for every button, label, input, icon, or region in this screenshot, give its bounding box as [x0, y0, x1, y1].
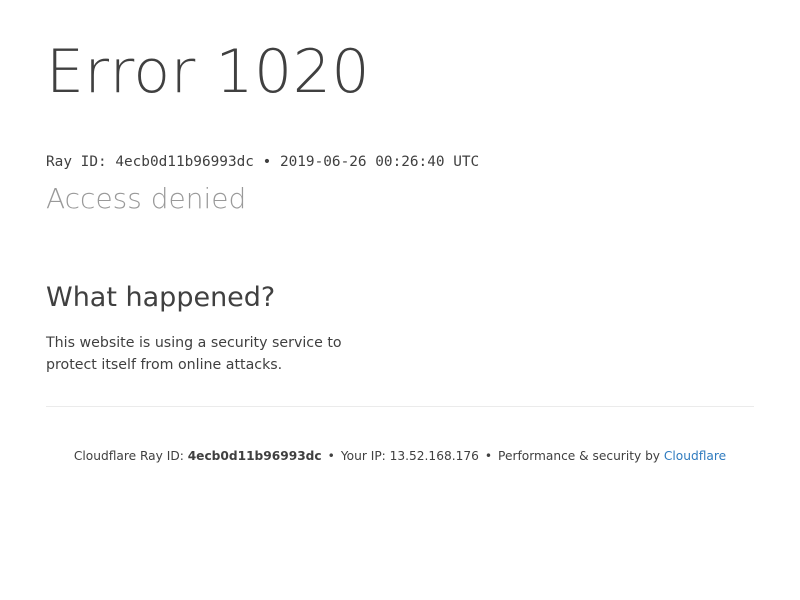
- footer-ray-label: Cloudflare Ray ID:: [73, 449, 188, 463]
- error-timestamp: 2019-06-26 00:26:40 UTC: [279, 154, 480, 170]
- footer-bullet: •: [327, 449, 335, 463]
- footer-divider: [46, 406, 754, 407]
- error-title: Error 1020: [46, 37, 371, 107]
- what-happened-text: This website is using a security service…: [46, 335, 342, 373]
- ray-id-line: Ray ID: 4ecb0d11b96993dc • 2019-06-26 00…: [46, 152, 479, 172]
- footer-ip: 13.52.168.176: [389, 449, 479, 463]
- access-denied-subtitle: Access denied: [46, 182, 247, 215]
- footer: Cloudflare Ray ID: 4ecb0d11b96993dc • Your…: [46, 446, 754, 466]
- footer-bullet: •: [484, 449, 493, 463]
- ray-id-separator: •: [253, 154, 280, 170]
- footer-ray-id: 4ecb0d11b96993dc: [187, 449, 322, 463]
- cloudflare-link[interactable]: Cloudflare: [664, 449, 726, 463]
- ray-id-value: 4ecb0d11b96993dc: [115, 154, 254, 170]
- ray-id-prefix: Ray ID:: [46, 154, 116, 170]
- error-page: Error 1020 Ray ID: 4ecb0d11b96993dc • 20…: [46, 0, 754, 600]
- footer-perf-label: Performance & security by: [498, 449, 664, 463]
- footer-ip-label: Your IP:: [340, 449, 390, 463]
- what-happened-heading: What happened?: [46, 282, 276, 313]
